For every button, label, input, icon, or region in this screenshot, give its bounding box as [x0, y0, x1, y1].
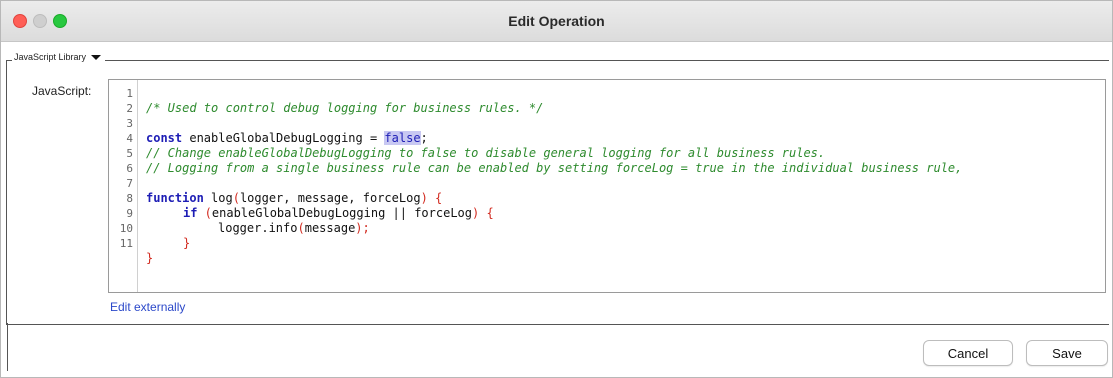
selected-value: false [384, 131, 421, 145]
semicolon: ; [420, 131, 428, 145]
comment: // Change enableGlobalDebugLogging to fa… [146, 146, 826, 160]
parameters: logger, message, forceLog [239, 191, 421, 205]
edit-externally-link[interactable]: Edit externally [110, 300, 185, 314]
cancel-button[interactable]: Cancel [923, 340, 1013, 366]
code-line-11: } [109, 236, 153, 265]
javascript-field-label: JavaScript: [32, 84, 92, 98]
code-line-3: const enableGlobalDebugLogging = false; [109, 116, 428, 145]
close-paren: ); [355, 221, 370, 235]
function-name: log [203, 191, 233, 205]
open-paren: ( [232, 191, 240, 205]
javascript-library-dropdown[interactable]: JavaScript Library [12, 52, 106, 62]
close-paren-brace: ) { [472, 206, 494, 220]
group-label-text: JavaScript Library [14, 52, 87, 62]
keyword: function [146, 191, 204, 205]
code-line-8: if (enableGlobalDebugLogging || forceLog… [109, 191, 494, 220]
title-bar: Edit Operation [1, 1, 1112, 42]
comment: /* Used to control debug logging for bus… [146, 101, 544, 115]
comment: // Logging from a single business rule c… [146, 161, 963, 175]
chevron-down-icon [91, 54, 102, 60]
open-paren: ( [297, 221, 305, 235]
argument: message [304, 221, 356, 235]
code-line-4: // Change enableGlobalDebugLogging to fa… [109, 131, 825, 160]
method-call: logger.info [218, 221, 298, 235]
keyword: if [183, 206, 198, 220]
window-left-edge [7, 323, 8, 371]
close-brace: } [183, 236, 191, 250]
close-brace: } [146, 251, 154, 265]
identifier: enableGlobalDebugLogging = [182, 131, 385, 145]
code-line-10: } [109, 221, 190, 250]
code-line-5: // Logging from a single business rule c… [109, 146, 962, 175]
code-line-1: /* Used to control debug logging for bus… [109, 86, 543, 115]
window-title: Edit Operation [508, 13, 605, 29]
open-paren: ( [197, 206, 212, 220]
keyword: const [146, 131, 183, 145]
code-line-9: logger.info(message); [109, 206, 370, 235]
save-button[interactable]: Save [1026, 340, 1108, 366]
code-line-7: function log(logger, message, forceLog) … [109, 176, 442, 205]
condition: enableGlobalDebugLogging || forceLog [211, 206, 472, 220]
close-paren-brace: ) { [420, 191, 443, 205]
code-editor[interactable]: 1 2 3 4 5 6 7 8 9 10 11 /* Used to contr… [108, 79, 1106, 293]
